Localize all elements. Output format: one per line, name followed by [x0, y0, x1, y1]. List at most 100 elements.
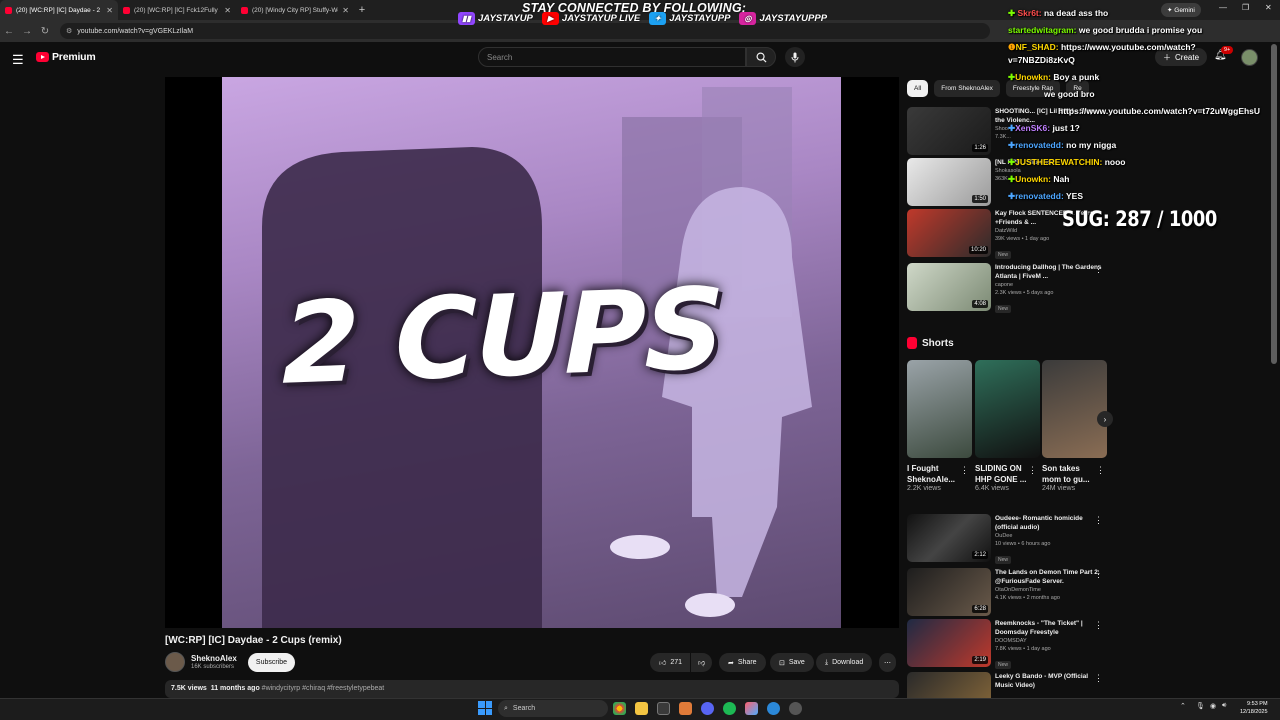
more-actions-button[interactable]: ⋯: [879, 653, 896, 672]
short-info: I Fought SheknoAle... 2.2K views: [907, 464, 956, 492]
chat-message-cont: v=7NBZDi8zKvQ: [1008, 55, 1075, 65]
share-button[interactable]: ➦ Share: [719, 653, 766, 672]
more-vert-icon[interactable]: ⋮: [1096, 465, 1105, 476]
suggestion-counter: SUG: 287 / 1000: [1062, 207, 1217, 231]
dislike-button[interactable]: 👎︎: [691, 653, 713, 672]
microphone-icon[interactable]: 🎙︎: [1196, 702, 1205, 710]
chip-all[interactable]: All: [907, 80, 929, 97]
reload-icon[interactable]: ↻: [36, 26, 54, 37]
close-window-icon[interactable]: ✕: [1265, 3, 1272, 12]
recommended-video[interactable]: 4:08 Introducing Dallhog | The Gardens A…: [907, 263, 1107, 313]
back-icon[interactable]: ←: [0, 26, 18, 37]
more-vert-icon[interactable]: ⋮: [1094, 673, 1103, 684]
browser-tab-2[interactable]: (20) [WC:RP] [IC] Fck12Fully X ✕: [118, 0, 236, 20]
channel-name[interactable]: SheknoAlex: [191, 654, 237, 663]
close-tab-icon[interactable]: ✕: [342, 6, 349, 15]
video-thumbnail[interactable]: 10:20: [907, 209, 991, 257]
app-icon[interactable]: [657, 702, 670, 715]
chat-message: startedwitagram: we good brudda i promis…: [1008, 25, 1203, 35]
voice-search-button[interactable]: [785, 47, 805, 67]
app-icon[interactable]: [745, 702, 758, 715]
search-input[interactable]: Search: [478, 47, 746, 67]
more-icon: ⋯: [884, 659, 891, 667]
short-thumbnail[interactable]: [975, 360, 1040, 458]
close-tab-icon[interactable]: ✕: [224, 6, 231, 15]
app-icon[interactable]: [767, 702, 780, 715]
gemini-button[interactable]: ✦ Gemini: [1161, 3, 1201, 17]
file-explorer-icon[interactable]: [635, 702, 648, 715]
discord-icon[interactable]: [701, 702, 714, 715]
recommended-video[interactable]: 6:28 The Lands on Demon Time Part 2. @Fu…: [907, 568, 1107, 616]
more-vert-icon[interactable]: ⋮: [1028, 465, 1037, 476]
site-info-icon[interactable]: ⚙: [66, 27, 72, 35]
chat-message: we good bro: [1044, 89, 1095, 99]
windows-start-icon[interactable]: [478, 701, 492, 715]
social-twitter: ✦ JAYSTAYUPP: [649, 12, 730, 25]
save-button[interactable]: ⊡ Save: [770, 653, 814, 672]
chat-message: ✚XenSK6: just 1?: [1008, 123, 1080, 133]
video-thumbnail[interactable]: 1:50: [907, 158, 991, 206]
more-vert-icon[interactable]: ⋮: [1094, 264, 1103, 275]
taskbar-search[interactable]: ⌕ Search: [498, 700, 608, 717]
short-thumbnail[interactable]: [907, 360, 972, 458]
chat-message: ✚Unowkn: Nah: [1008, 174, 1070, 184]
recommended-video[interactable]: 2:12 Oudeee- Romantic homicide (official…: [907, 514, 1107, 564]
browser-tab-1[interactable]: (20) [WC:RP] [IC] Daydae - 2 Cu ✕: [0, 0, 118, 20]
recommended-video[interactable]: Leeky G Bando - MVP (Official Music Vide…: [907, 672, 1107, 698]
more-vert-icon[interactable]: ⋮: [1094, 515, 1103, 526]
video-thumbnail[interactable]: 4:08: [907, 263, 991, 311]
restore-icon[interactable]: ❐: [1242, 3, 1249, 12]
youtube-logo[interactable]: Premium: [36, 51, 96, 63]
social-twitch: ▮▮ JAYSTAYUP: [458, 12, 533, 25]
search-icon: [756, 52, 767, 63]
thumbs-up-icon: 👍︎: [659, 660, 667, 667]
thumbs-down-icon: 👎︎: [698, 660, 706, 667]
video-thumbnail[interactable]: 2:12: [907, 514, 991, 562]
youtube-icon: ▶: [541, 12, 559, 25]
account-avatar[interactable]: [1241, 49, 1258, 66]
microphone-icon: [791, 52, 799, 62]
instagram-icon: ◎: [739, 12, 757, 25]
video-frame[interactable]: 2 CUPS: [222, 77, 841, 628]
shorts-next-icon[interactable]: ›: [1097, 411, 1113, 427]
more-vert-icon[interactable]: ⋮: [1094, 620, 1103, 631]
subscribe-button[interactable]: Subscribe: [248, 653, 295, 672]
recommended-video[interactable]: 2:19 Reemknocks - "The Ticket" | Doomsda…: [907, 619, 1107, 669]
new-tab-button[interactable]: +: [354, 4, 370, 16]
chip-from-channel[interactable]: From SheknoAlex: [934, 80, 1000, 97]
social-youtube: ▶ JAYSTAYUP LIVE: [541, 12, 640, 25]
clock[interactable]: 9:53 PM 12/18/2025: [1240, 700, 1268, 716]
chrome-icon[interactable]: [613, 702, 626, 715]
browser-tab-3[interactable]: (20) [Windy City RP] Stuffy-We ✕: [236, 0, 354, 20]
obs-icon[interactable]: [789, 702, 802, 715]
tray-chevron-icon[interactable]: ⌃: [1180, 702, 1186, 710]
video-thumbnail[interactable]: 6:28: [907, 568, 991, 616]
app-icon[interactable]: [679, 702, 692, 715]
video-thumbnail[interactable]: 2:19: [907, 619, 991, 667]
video-title: [WC:RP] [IC] Daydae - 2 Cups (remix): [165, 635, 342, 646]
video-thumbnail[interactable]: 1:26: [907, 107, 991, 155]
menu-icon[interactable]: ☰: [12, 52, 24, 68]
network-icon[interactable]: ◉: [1210, 702, 1216, 710]
download-button[interactable]: ⤓ Download: [816, 653, 873, 672]
address-bar[interactable]: ⚙ youtube.com/watch?v=gVGEKLzIlaM: [60, 23, 990, 39]
short-thumbnail[interactable]: [1042, 360, 1107, 458]
video-thumbnail[interactable]: [907, 672, 991, 698]
channel-avatar[interactable]: [165, 652, 185, 672]
short-info: SLIDING ON HHP GONE ... 6.4K views: [975, 464, 1027, 492]
twitter-icon: ✦: [649, 12, 667, 25]
page-scrollbar[interactable]: [1271, 44, 1277, 364]
more-vert-icon[interactable]: ⋮: [960, 465, 969, 476]
social-instagram: ◎ JAYSTAYUPPP: [739, 12, 827, 25]
chat-badge-icon: ❶: [1008, 42, 1016, 52]
close-tab-icon[interactable]: ✕: [106, 6, 113, 15]
youtube-favicon-icon: [5, 6, 12, 14]
spotify-icon[interactable]: [723, 702, 736, 715]
volume-icon[interactable]: 🔊︎: [1222, 702, 1226, 710]
like-button[interactable]: 👍︎ 271: [650, 653, 691, 672]
minimize-icon[interactable]: —: [1219, 3, 1227, 12]
search-button[interactable]: [746, 47, 776, 67]
more-vert-icon[interactable]: ⋮: [1094, 569, 1103, 580]
forward-icon[interactable]: →: [18, 26, 36, 37]
description-box[interactable]: 7.5K views 11 months ago #windycityrp #c…: [165, 680, 899, 698]
